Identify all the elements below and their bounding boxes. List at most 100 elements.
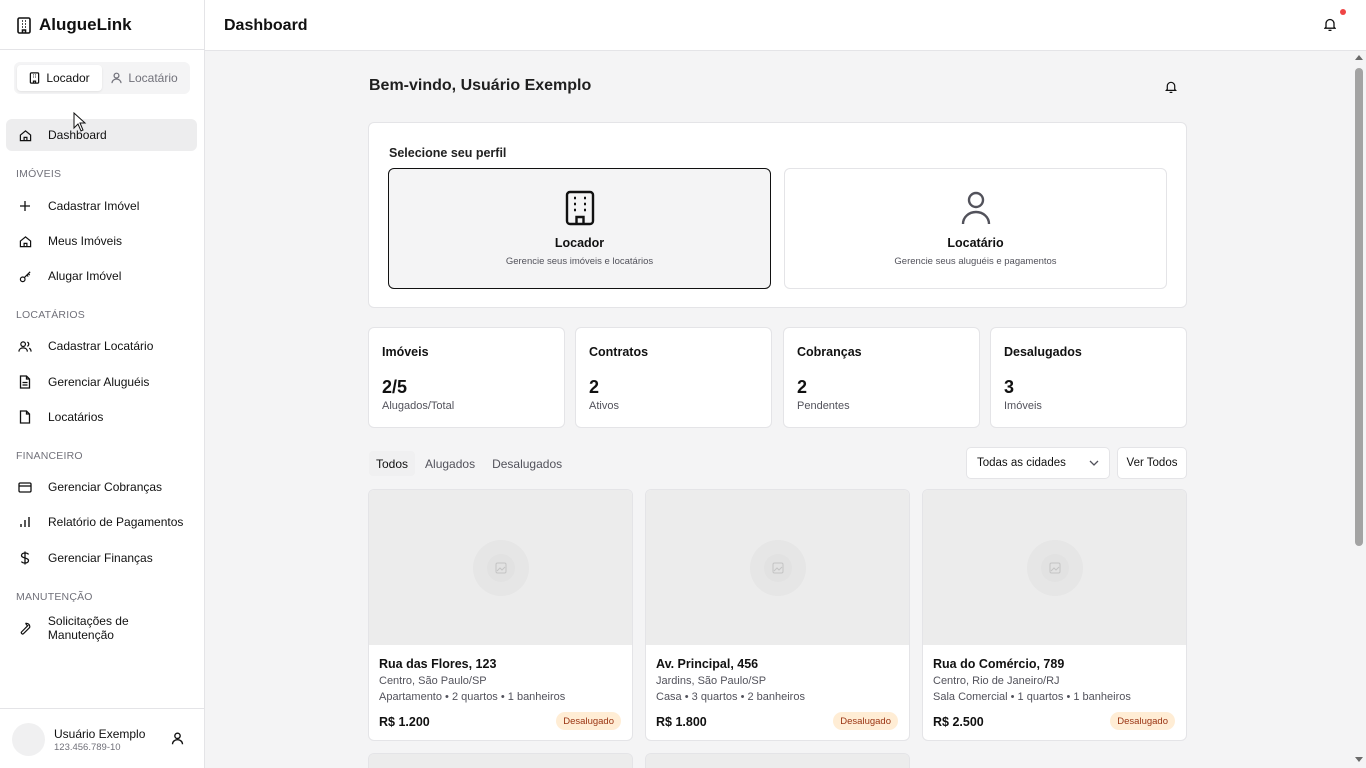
stat-value: 2/5 [382, 377, 408, 397]
sidebar-item-rent-property[interactable]: Alugar Imóvel [6, 260, 197, 292]
profile-selector-card: Selecione seu perfil Locador Gerencie se… [368, 122, 1187, 308]
avatar [12, 723, 45, 756]
role-switch: Locador Locatário [14, 62, 190, 94]
home-icon [18, 128, 32, 142]
home-icon [18, 234, 32, 248]
property-price: R$ 1.200 [379, 715, 430, 729]
building-icon [564, 190, 596, 226]
property-image-placeholder [369, 490, 632, 645]
page-title: Dashboard [224, 17, 308, 34]
role-owner-label: Locador [46, 71, 90, 85]
sidebar-item-payment-report[interactable]: Relatório de Pagamentos [6, 506, 197, 538]
building-icon [16, 16, 32, 34]
image-icon [1025, 538, 1085, 598]
sidebar-item-label: Cadastrar Locatário [48, 339, 154, 353]
property-price: R$ 2.500 [933, 715, 984, 729]
property-card[interactable]: Av. Principal, 456 Jardins, São Paulo/SP… [645, 489, 910, 741]
profile-option-title: Locador [554, 236, 605, 250]
user-name: Usuário Exemplo [54, 727, 146, 741]
tab-all[interactable]: Todos [369, 451, 416, 476]
stat-value: 3 [1004, 377, 1015, 397]
role-tenant-button[interactable]: Locatário [102, 65, 187, 91]
sidebar-item-label: Relatório de Pagamentos [48, 515, 184, 529]
stat-value: 2 [797, 377, 808, 397]
stat-card-charges: Cobranças 2 Pendentes [783, 327, 980, 428]
section-label-properties: IMÓVEIS [16, 168, 62, 180]
sidebar-item-maintenance-requests[interactable]: Solicitações de Manutenção [6, 612, 197, 644]
notification-dot [1340, 9, 1346, 15]
profile-option-tenant[interactable]: Locatário Gerencie seus aluguéis e pagam… [784, 168, 1167, 289]
image-icon [471, 538, 531, 598]
profile-option-subtitle: Gerencie seus aluguéis e pagamentos [894, 256, 1057, 267]
key-icon [18, 269, 32, 283]
stat-value: 2 [589, 377, 600, 397]
topbar: Dashboard [205, 0, 1366, 51]
profile-selector-title: Selecione seu perfil [389, 146, 507, 160]
property-image-placeholder [646, 490, 909, 645]
notifications-button[interactable] [1324, 17, 1336, 31]
plus-icon [18, 199, 32, 213]
scroll-down-arrow[interactable] [1355, 757, 1363, 762]
tab-rented[interactable]: Alugados [418, 451, 482, 476]
status-badge: Desalugado [556, 712, 621, 730]
sidebar-item-manage-charges[interactable]: Gerenciar Cobranças [6, 471, 197, 503]
scroll-thumb[interactable] [1355, 68, 1363, 546]
stat-card-vacant: Desalugados 3 Imóveis [990, 327, 1187, 428]
sidebar-item-dashboard[interactable]: Dashboard [6, 119, 197, 151]
status-badge: Desalugado [1110, 712, 1175, 730]
sidebar-item-manage-rentals[interactable]: Gerenciar Aluguéis [6, 366, 197, 398]
divider [0, 708, 204, 709]
scrollbar[interactable] [1352, 51, 1366, 768]
sidebar-item-register-property[interactable]: Cadastrar Imóvel [6, 190, 197, 222]
section-label-finance: FINANCEIRO [16, 450, 83, 462]
property-location: Centro, São Paulo/SP [379, 675, 487, 687]
user-document: 123.456.789-10 [54, 742, 121, 753]
section-label-tenants: LOCATÁRIOS [16, 309, 85, 321]
property-card[interactable]: Rua das Flores, 123 Centro, São Paulo/SP… [368, 489, 633, 741]
sidebar-item-label: Dashboard [48, 128, 107, 142]
profile-option-title: Locatário [947, 236, 1004, 250]
stat-caption: Pendentes [797, 400, 850, 412]
image-icon [748, 538, 808, 598]
section-label-maintenance: MANUTENÇÃO [16, 591, 93, 603]
property-card[interactable]: Rua do Comércio, 789 Centro, Rio de Jane… [922, 489, 1187, 741]
sidebar-item-manage-finances[interactable]: Gerenciar Finanças [6, 542, 197, 574]
stat-label: Desalugados [1004, 345, 1082, 359]
scroll-up-arrow[interactable] [1355, 55, 1363, 60]
sidebar-item-my-properties[interactable]: Meus Imóveis [6, 225, 197, 257]
role-tenant-label: Locatário [128, 71, 178, 85]
user-icon [171, 732, 184, 745]
sidebar-item-label: Meus Imóveis [48, 234, 123, 248]
user-menu-button[interactable] [171, 732, 184, 745]
property-image-placeholder [646, 754, 909, 768]
tab-vacant[interactable]: Desalugados [485, 451, 569, 476]
app-name: AlugueLink [39, 15, 132, 34]
property-address: Rua das Flores, 123 [379, 657, 497, 671]
property-card-partial[interactable] [645, 753, 910, 768]
stat-caption: Ativos [589, 400, 619, 412]
city-select[interactable]: Todas as cidades [966, 447, 1110, 479]
stat-label: Cobranças [797, 345, 862, 359]
profile-option-owner[interactable]: Locador Gerencie seus imóveis e locatári… [388, 168, 771, 289]
welcome-notifications-button[interactable] [1165, 80, 1177, 93]
profile-option-subtitle: Gerencie seus imóveis e locatários [505, 256, 654, 267]
welcome-heading: Bem-vindo, Usuário Exemplo [369, 77, 592, 94]
property-card-partial[interactable] [368, 753, 633, 768]
sidebar-item-tenants[interactable]: Locatários [6, 401, 197, 433]
sidebar: AlugueLink Locador Locatário Dashboard I… [0, 0, 205, 768]
brand[interactable]: AlugueLink [16, 15, 132, 35]
role-owner-button[interactable]: Locador [17, 65, 102, 91]
bell-icon [1165, 80, 1177, 93]
user-icon [111, 72, 122, 84]
sidebar-item-label: Solicitações de Manutenção [47, 614, 129, 642]
stat-caption: Alugados/Total [382, 400, 455, 412]
sidebar-item-register-tenant[interactable]: Cadastrar Locatário [6, 330, 197, 362]
see-all-button[interactable]: Ver Todos [1117, 447, 1187, 479]
chevron-down-icon [1089, 460, 1099, 466]
sidebar-item-label: Locatários [48, 410, 104, 424]
sidebar-item-label: Alugar Imóvel [48, 269, 122, 283]
property-address: Av. Principal, 456 [656, 657, 759, 671]
property-details: Sala Comercial • 1 quartos • 1 banheiros [933, 691, 1131, 703]
stat-caption: Imóveis [1004, 400, 1042, 412]
divider [0, 49, 204, 50]
